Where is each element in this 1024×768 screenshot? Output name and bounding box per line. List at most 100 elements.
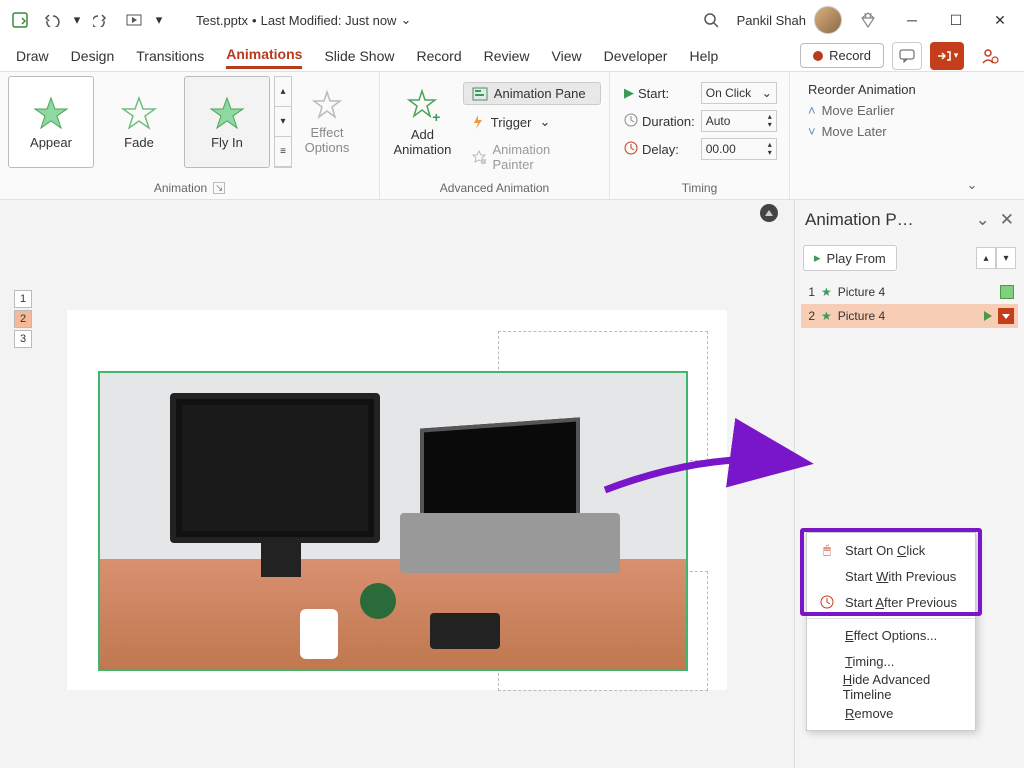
star-icon: ★: [821, 285, 832, 299]
undo-dropdown-icon[interactable]: ▾: [70, 6, 84, 34]
minimize-icon[interactable]: ─: [894, 6, 930, 34]
animation-list: 1 ★ Picture 4 2 ★ Picture 4: [795, 276, 1024, 332]
person-icon[interactable]: [972, 42, 1008, 70]
comments-icon[interactable]: [892, 42, 922, 70]
slide-editor[interactable]: 1 2 3: [0, 200, 794, 768]
clock-icon: [624, 141, 638, 158]
record-button[interactable]: Record: [800, 43, 884, 68]
animation-painter-button: Animation Painter: [463, 139, 601, 175]
animation-order-tags: 1 2 3: [14, 290, 32, 348]
timing-controls: ▶Start: On Click⌄ Duration: Auto▴▾ Delay…: [618, 76, 777, 160]
tab-view[interactable]: View: [552, 44, 582, 68]
move-earlier-button[interactable]: ˄Move Earlier: [808, 103, 942, 118]
chevron-down-icon: ˅: [808, 124, 816, 139]
filename: Test.pptx: [196, 13, 248, 28]
tabs-right: Record ▾: [800, 42, 1008, 70]
play-icon: ▸: [814, 250, 821, 266]
menu-separator: [807, 618, 975, 619]
collapse-ribbon-icon[interactable]: ⌄: [960, 72, 984, 199]
group-label: Animation: [154, 181, 207, 195]
delay-label: Delay:: [624, 141, 695, 158]
delay-input[interactable]: 00.00▴▾: [701, 138, 777, 160]
tab-draw[interactable]: Draw: [16, 44, 49, 68]
star-plus-icon: +: [406, 88, 438, 123]
menu-remove[interactable]: Remove: [807, 700, 975, 726]
main-area: 1 2 3 Animation P… ⌄✕ ▸Play From: [0, 200, 1024, 768]
trigger-button[interactable]: Trigger⌄: [463, 111, 601, 133]
tab-developer[interactable]: Developer: [604, 44, 668, 68]
dialog-launcher-icon[interactable]: ↘: [213, 182, 225, 194]
pane-chevron-icon[interactable]: ⌄: [976, 210, 990, 230]
anim-tag-3[interactable]: 3: [14, 330, 32, 348]
menu-hide-timeline[interactable]: Hide Advanced Timeline: [807, 674, 975, 700]
star-icon: [209, 95, 245, 131]
tab-transitions[interactable]: Transitions: [136, 44, 204, 68]
anim-tag-2[interactable]: 2: [14, 310, 32, 328]
painter-icon: [471, 149, 487, 165]
item-dropdown-icon[interactable]: [998, 308, 1014, 324]
menu-start-on-click[interactable]: 🖱Start On Click: [807, 537, 975, 563]
share-button[interactable]: ▾: [930, 42, 964, 70]
ribbon-tabs: Draw Design Transitions Animations Slide…: [0, 40, 1024, 72]
menu-start-with-previous[interactable]: Start With Previous: [807, 563, 975, 589]
start-label: ▶Start:: [624, 85, 695, 101]
tab-help[interactable]: Help: [689, 44, 718, 68]
undo-icon[interactable]: [38, 6, 66, 34]
pane-toolbar: ▸Play From ▴ ▾: [795, 240, 1024, 276]
effect-options-button: Effect Options: [292, 76, 362, 168]
redo-icon[interactable]: [88, 6, 116, 34]
duration-label: Duration:: [624, 113, 695, 130]
pane-close-icon[interactable]: ✕: [1000, 210, 1014, 230]
user-name[interactable]: Pankil Shah: [737, 13, 806, 28]
move-later-button[interactable]: ˅Move Later: [808, 124, 942, 139]
autosave-icon[interactable]: [6, 6, 34, 34]
document-title[interactable]: Test.pptx • Last Modified: Just now ⌄: [196, 12, 411, 28]
move-down-icon[interactable]: ▾: [996, 247, 1016, 269]
tab-slideshow[interactable]: Slide Show: [324, 44, 394, 68]
maximize-icon[interactable]: ☐: [938, 6, 974, 34]
tab-review[interactable]: Review: [484, 44, 530, 68]
star-icon: ★: [821, 309, 832, 323]
search-icon[interactable]: [693, 6, 729, 34]
gallery-more[interactable]: ▴▾≡: [274, 76, 292, 168]
animation-gallery[interactable]: Appear Fade Fly In ▴▾≡: [8, 76, 292, 168]
ribbon: Appear Fade Fly In ▴▾≡ Effect Options An…: [0, 72, 1024, 200]
anim-tag-1[interactable]: 1: [14, 290, 32, 308]
tab-design[interactable]: Design: [71, 44, 115, 68]
slide-canvas[interactable]: [67, 310, 727, 690]
anim-flyin[interactable]: Fly In: [184, 76, 270, 168]
photo-content: [100, 373, 686, 669]
move-up-icon[interactable]: ▴: [976, 247, 996, 269]
modified-label: Last Modified: Just now: [261, 13, 397, 28]
play-from-button[interactable]: ▸Play From: [803, 245, 897, 271]
clock-icon: [624, 113, 638, 130]
anim-item-2[interactable]: 2 ★ Picture 4: [801, 304, 1018, 328]
picture-4[interactable]: [98, 371, 688, 671]
duration-input[interactable]: Auto▴▾: [701, 110, 777, 132]
clock-icon: [819, 595, 835, 609]
star-icon: [121, 95, 157, 131]
pane-header: Animation P… ⌄✕: [795, 200, 1024, 240]
quick-access-toolbar: ▾ ▾: [6, 6, 166, 34]
timeline-bar: [1000, 285, 1014, 299]
diamond-icon[interactable]: [850, 6, 886, 34]
star-icon: [33, 95, 69, 131]
avatar[interactable]: [814, 6, 842, 34]
menu-timing[interactable]: Timing...: [807, 648, 975, 674]
play-icon: ▶: [624, 85, 634, 101]
start-dropdown[interactable]: On Click⌄: [701, 82, 777, 104]
anim-fade[interactable]: Fade: [96, 76, 182, 168]
add-animation-button[interactable]: + Add Animation: [388, 76, 457, 168]
anim-item-1[interactable]: 1 ★ Picture 4: [801, 280, 1018, 304]
chevron-down-icon: ⌄: [400, 12, 411, 28]
close-icon[interactable]: ✕: [982, 6, 1018, 34]
anim-appear[interactable]: Appear: [8, 76, 94, 168]
menu-effect-options[interactable]: Effect Options...: [807, 622, 975, 648]
title-bar: ▾ ▾ Test.pptx • Last Modified: Just now …: [0, 0, 1024, 40]
menu-start-after-previous[interactable]: Start After Previous: [807, 589, 975, 615]
animation-pane-button[interactable]: Animation Pane: [463, 82, 601, 105]
qat-dropdown-icon[interactable]: ▾: [152, 6, 166, 34]
tab-record[interactable]: Record: [417, 44, 462, 68]
from-beginning-icon[interactable]: [120, 6, 148, 34]
tab-animations[interactable]: Animations: [226, 42, 302, 69]
